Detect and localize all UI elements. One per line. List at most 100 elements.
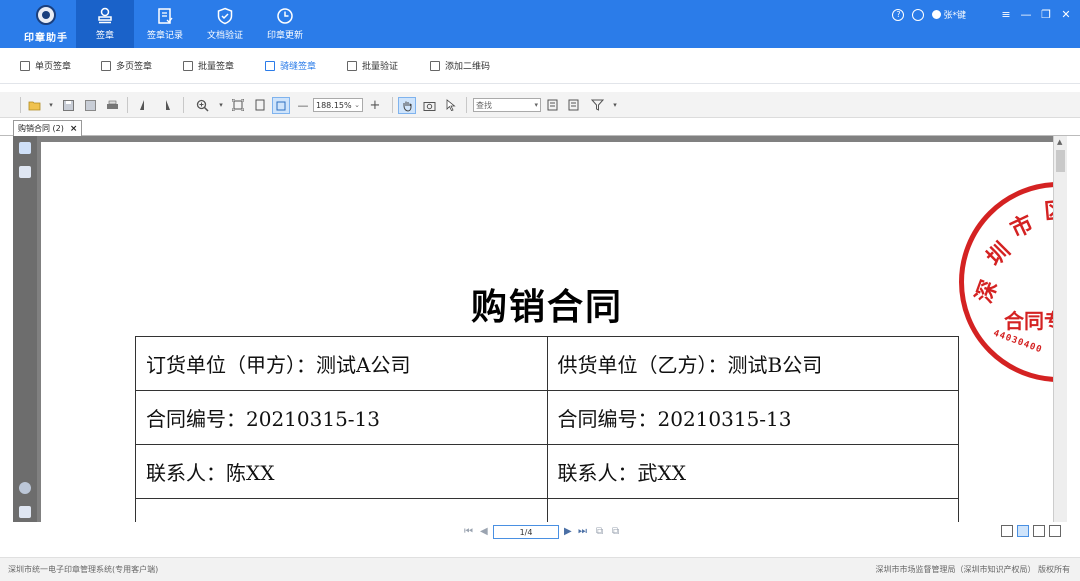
find-input[interactable]: 查找 ▾ xyxy=(473,98,541,112)
toolbar-separator xyxy=(127,97,128,113)
nav-tab-seal-update[interactable]: 印章更新 xyxy=(256,0,314,48)
last-page-icon[interactable]: ⏭ xyxy=(578,526,587,537)
batch-sign-button[interactable]: 批量签章 xyxy=(183,59,234,72)
seal-panel-icon[interactable] xyxy=(19,482,31,494)
scroll-up-icon[interactable]: ▲ xyxy=(1057,138,1062,146)
print-icon[interactable] xyxy=(105,98,119,112)
table-cell: 联系人：陈XX xyxy=(135,444,548,499)
document-page: 购销合同 订货单位（甲方）：测试A公司 供货单位（乙方）：测试B公司 合同编号：… xyxy=(41,142,1053,522)
fit-page-icon[interactable] xyxy=(231,98,245,112)
nav-tab-sign[interactable]: 签章 xyxy=(76,0,134,48)
bookmark-icon[interactable] xyxy=(19,142,31,154)
hand-tool-icon[interactable] xyxy=(398,97,416,114)
rotate-right-icon[interactable] xyxy=(159,98,173,112)
app-logo-label: 印章助手 xyxy=(24,32,68,44)
table-cell: 电 话：13924657571 xyxy=(546,498,959,522)
table-cell: 合同编号：20210315-13 xyxy=(546,390,959,445)
toolbar-separator xyxy=(20,97,21,113)
find-next-icon[interactable] xyxy=(566,98,580,112)
pdf-toolbar: ▾ ▾ — 188.15% ⌄ + 查找 ▾ ▾ xyxy=(0,92,1080,118)
menu-icon[interactable]: ≡ xyxy=(1000,8,1012,21)
table-row: 订货单位（甲方）：测试A公司 供货单位（乙方）：测试B公司 xyxy=(135,336,959,391)
document-tab-label: 购销合同 (2) xyxy=(18,124,64,133)
seal-char: 市 xyxy=(1006,210,1038,244)
toolbar-separator xyxy=(183,97,184,113)
filter-icon[interactable] xyxy=(590,98,604,112)
page-number-input[interactable]: 1/4 xyxy=(493,525,559,539)
pdf-viewer[interactable]: 购销合同 订货单位（甲方）：测试A公司 供货单位（乙方）：测试B公司 合同编号：… xyxy=(13,136,1067,522)
seal-char: 区 xyxy=(1043,197,1053,225)
company-seal: 深 圳 市 区 合同专 44030400 xyxy=(959,182,1053,382)
nav-tab-doc-verify[interactable]: 文档验证 xyxy=(196,0,254,48)
batch-icon xyxy=(183,60,193,71)
continuous-facing-view-icon[interactable] xyxy=(1049,525,1061,537)
save-icon[interactable] xyxy=(61,98,75,112)
fit-width-icon[interactable] xyxy=(253,98,267,112)
dropdown-arrow-icon[interactable]: ▾ xyxy=(608,98,622,112)
scrollbar-thumb[interactable] xyxy=(1056,150,1065,172)
action-label: 批量验证 xyxy=(362,62,399,72)
zoom-in-icon[interactable] xyxy=(195,98,209,112)
nav-tab-label: 文档验证 xyxy=(206,31,243,41)
facing-view-icon[interactable] xyxy=(1033,525,1045,537)
previous-page-icon[interactable]: ◀ xyxy=(480,526,488,537)
single-page-view-icon[interactable] xyxy=(1001,525,1013,537)
comment-icon[interactable] xyxy=(19,506,31,518)
nav-tab-sign-records[interactable]: 签章记录 xyxy=(136,0,194,48)
next-page-icon[interactable]: ▶ xyxy=(564,526,572,537)
zoom-level-value: 188.15% xyxy=(316,100,352,110)
close-tab-icon[interactable]: × xyxy=(70,124,78,134)
actual-size-icon[interactable] xyxy=(272,97,290,114)
seam-icon xyxy=(265,60,275,71)
emblem-icon xyxy=(36,4,56,25)
zoom-level-select[interactable]: 188.15% ⌄ xyxy=(313,98,363,112)
add-qrcode-button[interactable]: 添加二维码 xyxy=(430,59,490,72)
open-folder-icon[interactable] xyxy=(27,98,41,112)
page-thumbnail-icon[interactable] xyxy=(19,166,31,178)
app-logo: 印章助手 xyxy=(14,0,78,48)
zoom-plus-icon[interactable]: + xyxy=(368,98,382,113)
document-tab[interactable]: 购销合同 (2) × xyxy=(13,120,83,136)
table-row: 联系人：陈XX 联系人：武XX xyxy=(135,444,959,499)
dropdown-arrow-icon[interactable]: ▾ xyxy=(44,98,58,112)
footer-copyright: 深圳市市场监督管理局（深圳市知识产权局） 版权所有 xyxy=(875,565,1070,574)
user-avatar[interactable]: 张*键 xyxy=(932,8,966,21)
nav-tab-label: 签章记录 xyxy=(146,31,183,41)
page-paste-icon[interactable]: ⧉ xyxy=(612,526,619,537)
document-icon xyxy=(20,60,30,71)
find-placeholder: 查找 xyxy=(476,100,492,110)
footer-system-name: 深圳市统一电子印章管理系统(专用客户端) xyxy=(8,565,159,574)
rotate-left-icon[interactable] xyxy=(137,98,151,112)
vertical-scrollbar[interactable]: ▲ xyxy=(1053,136,1067,522)
nav-tab-label: 印章更新 xyxy=(266,31,303,41)
nav-tab-label: 签章 xyxy=(95,31,114,41)
save-as-icon[interactable] xyxy=(83,98,97,112)
batch-verify-button[interactable]: 批量验证 xyxy=(347,59,398,72)
single-page-sign-button[interactable]: 单页签章 xyxy=(20,59,71,72)
continuous-view-icon[interactable] xyxy=(1017,525,1029,537)
find-previous-icon[interactable] xyxy=(545,98,559,112)
minimize-icon[interactable]: — xyxy=(1020,8,1032,21)
action-label: 单页签章 xyxy=(35,62,72,72)
page-navigator: ⏮ ◀ 1/4 ▶ ⏭ ⧉ ⧉ xyxy=(0,522,1080,542)
dropdown-arrow-icon[interactable]: ▾ xyxy=(214,98,228,112)
close-icon[interactable]: ✕ xyxy=(1060,8,1072,21)
top-nav-bar: 印章助手 签章 签章记录 文档验证 印章更新 ? 张*键 ≡ — ❐ ✕ xyxy=(0,0,1080,48)
select-cursor-icon[interactable] xyxy=(444,98,458,112)
page-copy-icon[interactable]: ⧉ xyxy=(596,526,603,537)
user-name: 张*键 xyxy=(943,11,966,21)
help-icon[interactable]: ? xyxy=(892,8,905,21)
seal-char: 深 xyxy=(970,276,1003,307)
zoom-out-icon[interactable]: — xyxy=(296,98,310,112)
restore-icon[interactable]: ❐ xyxy=(1040,8,1052,21)
table-cell: 联系人：武XX xyxy=(546,444,959,499)
qrcode-icon xyxy=(430,60,440,71)
snapshot-icon[interactable] xyxy=(422,98,436,112)
toolbar-separator xyxy=(466,97,467,113)
headset-icon[interactable] xyxy=(912,8,925,21)
action-label: 多页签章 xyxy=(116,62,153,72)
multi-page-sign-button[interactable]: 多页签章 xyxy=(101,59,152,72)
seam-sign-button[interactable]: 骑缝签章 xyxy=(265,59,316,72)
first-page-icon[interactable]: ⏮ xyxy=(464,526,473,537)
record-icon xyxy=(158,8,173,24)
